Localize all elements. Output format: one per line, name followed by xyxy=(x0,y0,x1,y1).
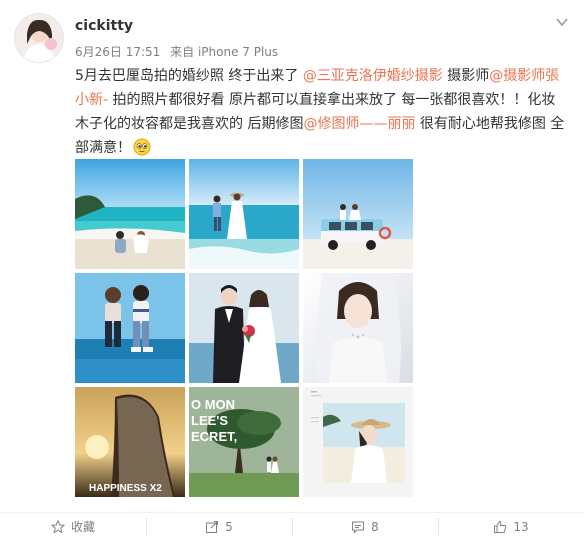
comment-button[interactable]: 8 xyxy=(292,513,438,540)
photo-thumbnail[interactable] xyxy=(189,273,299,383)
post-date[interactable]: 6月26日 17:51 xyxy=(75,45,160,59)
post-text-segment: 摄影师 xyxy=(442,68,490,84)
post-text: 5月去巴厘岛拍的婚纱照 终于出来了 @三亚克洛伊婚纱摄影 摄影师@摄影师張小新-… xyxy=(75,64,569,160)
photo-thumbnail[interactable] xyxy=(75,273,185,383)
photo-caption-text: O MON xyxy=(191,397,235,412)
photo-thumbnail[interactable] xyxy=(303,387,413,497)
photo-thumbnail[interactable] xyxy=(303,273,413,383)
photo-caption-text: LEE'S xyxy=(191,413,228,428)
weibo-post-card: cickitty 6月26日 17:51 来自 iPhone 7 Plus 5月… xyxy=(0,0,584,540)
photo-thumbnail[interactable] xyxy=(75,159,185,269)
comment-count: 8 xyxy=(371,519,379,534)
photo-thumbnail[interactable] xyxy=(189,159,299,269)
photo-caption-text: HAPPINESS X2 xyxy=(89,483,162,494)
mention-link[interactable]: @修图师——丽丽 xyxy=(303,116,415,132)
photo-thumbnail[interactable] xyxy=(303,159,413,269)
repost-button[interactable]: 5 xyxy=(146,513,292,540)
star-icon xyxy=(50,519,65,534)
post-text-segment: 5月去巴厘岛拍的婚纱照 终于出来了 xyxy=(75,68,303,84)
action-bar: 收藏 5 8 13 xyxy=(0,512,584,540)
comment-icon xyxy=(352,521,365,534)
post-source: 来自 iPhone 7 Plus xyxy=(170,45,279,59)
share-icon xyxy=(206,520,219,533)
favorite-button[interactable]: 收藏 xyxy=(0,513,146,540)
username[interactable]: cickitty xyxy=(75,18,133,34)
user-avatar[interactable] xyxy=(15,14,63,62)
photo-thumbnail[interactable]: HAPPINESS X2 xyxy=(75,387,185,497)
photo-caption-text: ECRET, xyxy=(191,429,237,444)
like-count: 13 xyxy=(513,519,529,534)
repost-count: 5 xyxy=(225,519,233,534)
photo-grid: HAPPINESS X2 O MON LEE'S ECRET, xyxy=(75,159,413,497)
thumbs-up-icon xyxy=(494,520,507,533)
post-meta: 6月26日 17:51 来自 iPhone 7 Plus xyxy=(75,43,284,60)
mention-link[interactable]: @三亚克洛伊婚纱摄影 xyxy=(303,68,443,84)
chevron-down-icon[interactable] xyxy=(555,14,569,28)
favorite-label: 收藏 xyxy=(70,520,95,534)
smile-emoji-icon xyxy=(133,138,151,156)
photo-thumbnail[interactable]: O MON LEE'S ECRET, xyxy=(189,387,299,497)
like-button[interactable]: 13 xyxy=(438,513,584,540)
